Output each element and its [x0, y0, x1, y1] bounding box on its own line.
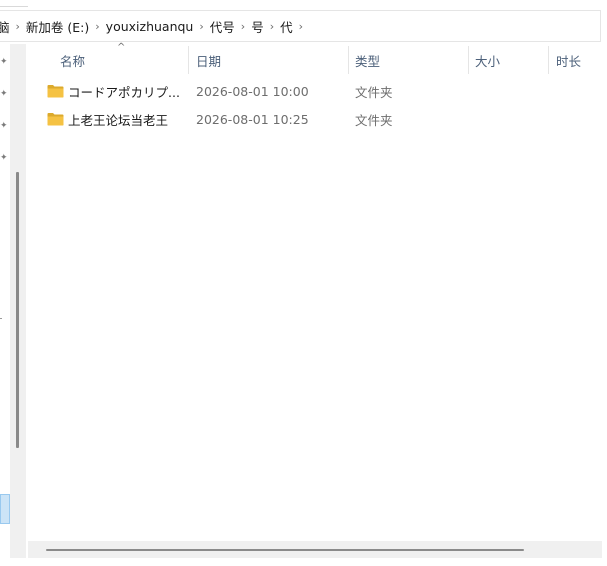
breadcrumb-item[interactable]: 新加卷 (E:) — [25, 17, 90, 36]
file-date: 2026-08-01 10:25 — [196, 111, 309, 127]
window-top-edge — [0, 0, 607, 9]
breadcrumb-separator[interactable]: › — [16, 20, 20, 33]
pin-icon[interactable]: ✦ — [0, 90, 8, 99]
nav-selected-item[interactable] — [0, 494, 10, 524]
breadcrumb-item[interactable]: 脑 — [0, 17, 11, 36]
column-divider[interactable] — [548, 46, 549, 74]
folder-icon — [47, 113, 64, 126]
navigation-pane[interactable]: ✦ ✦ ✦ ✦ — [0, 44, 10, 566]
column-header-name[interactable]: 名称 — [60, 44, 85, 76]
breadcrumb-item-current[interactable]: 代 — [279, 17, 294, 36]
address-bar[interactable]: 脑 › 新加卷 (E:) › youxizhuanqu › 代号 › 号 › 代… — [0, 10, 601, 42]
column-header-date[interactable]: 日期 — [196, 44, 221, 76]
file-name[interactable]: 上老王论坛当老王 — [68, 106, 168, 132]
breadcrumb-separator[interactable]: › — [95, 20, 99, 33]
sort-ascending-icon: ^ — [117, 42, 126, 53]
file-date: 2026-08-01 10:00 — [196, 83, 309, 99]
breadcrumb-item[interactable]: 号 — [250, 17, 265, 36]
breadcrumb-separator[interactable]: › — [241, 20, 245, 33]
pin-icon[interactable]: ✦ — [0, 154, 8, 163]
column-divider[interactable] — [188, 46, 189, 74]
file-type: 文件夹 — [355, 112, 393, 128]
pin-icon[interactable]: ✦ — [0, 122, 8, 131]
file-type: 文件夹 — [355, 84, 393, 100]
file-row[interactable]: コードアポカリプ... 2026-08-01 10:00 文件夹 — [28, 78, 607, 104]
breadcrumb-separator[interactable]: › — [299, 20, 303, 33]
file-row[interactable]: 上老王论坛当老王 2026-08-01 10:25 文件夹 — [28, 106, 607, 132]
column-header-size[interactable]: 大小 — [475, 44, 500, 76]
nav-divider — [0, 318, 2, 319]
horizontal-scrollbar-thumb[interactable] — [46, 549, 524, 551]
column-divider[interactable] — [348, 46, 349, 74]
column-header-type[interactable]: 类型 — [355, 44, 380, 76]
breadcrumb-separator[interactable]: › — [199, 20, 203, 33]
folder-icon — [47, 85, 64, 98]
column-divider[interactable] — [468, 46, 469, 74]
breadcrumb-separator[interactable]: › — [270, 20, 274, 33]
column-header: 名称 日期 类型 大小 时长 — [28, 44, 607, 76]
column-header-duration[interactable]: 时长 — [556, 44, 581, 76]
breadcrumb-item[interactable]: 代号 — [209, 17, 236, 36]
nav-scrollbar-thumb[interactable] — [16, 172, 19, 448]
pin-icon[interactable]: ✦ — [0, 58, 8, 67]
file-name[interactable]: コードアポカリプ... — [68, 78, 180, 104]
breadcrumb-item[interactable]: youxizhuanqu — [105, 19, 195, 34]
